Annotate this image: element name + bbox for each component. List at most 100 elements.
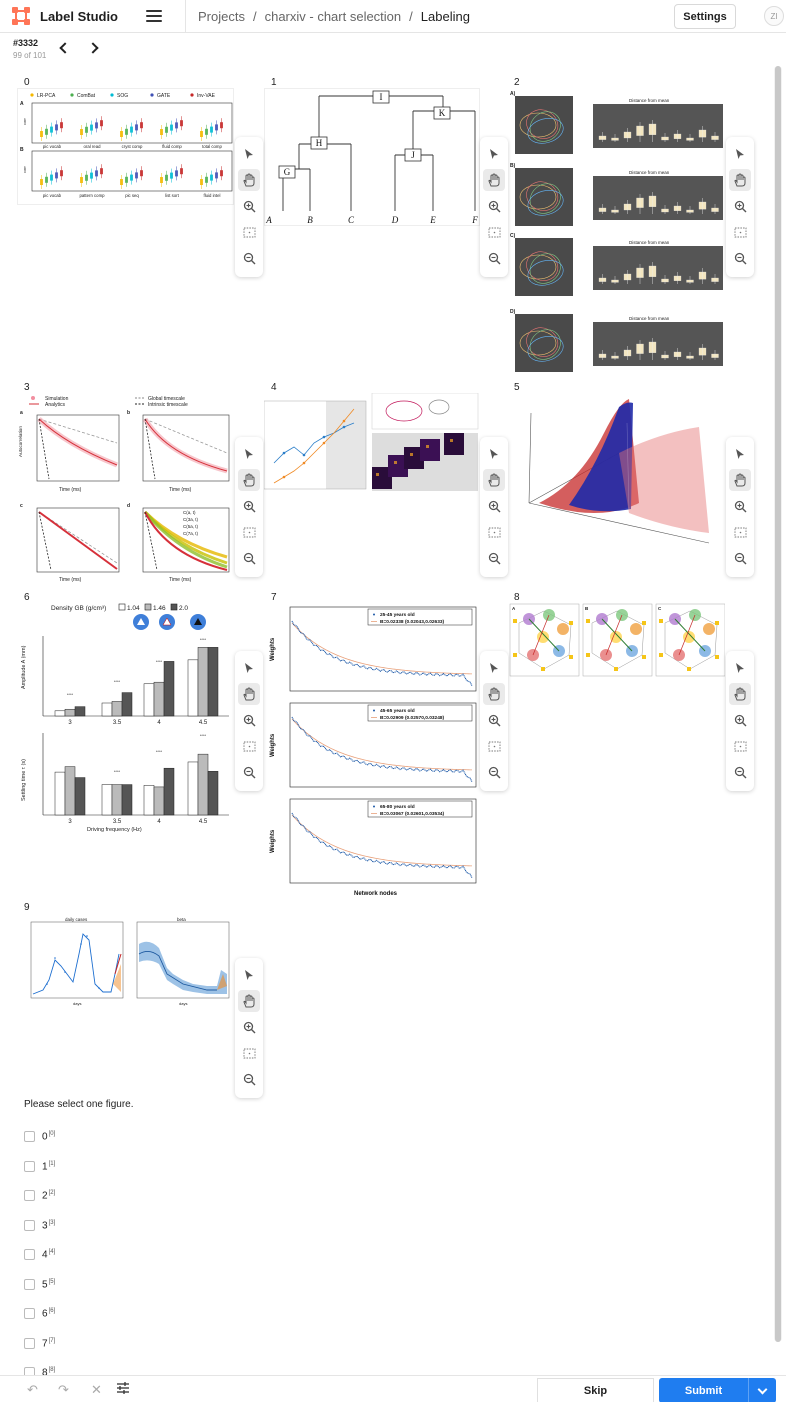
skip-button[interactable]: Skip bbox=[537, 1378, 654, 1402]
zoom-out-icon[interactable] bbox=[483, 761, 505, 783]
svg-text:GATE: GATE bbox=[157, 93, 171, 99]
avatar[interactable]: ZI bbox=[764, 6, 784, 26]
zoom-out-icon[interactable] bbox=[238, 761, 260, 783]
figure-option-0[interactable]: 0[0] bbox=[24, 1131, 55, 1142]
pointer-icon[interactable] bbox=[483, 443, 505, 465]
svg-text:1.46: 1.46 bbox=[153, 605, 166, 612]
hand-pan-icon[interactable] bbox=[483, 169, 505, 191]
checkbox[interactable] bbox=[24, 1219, 35, 1231]
scrollbar[interactable] bbox=[774, 66, 782, 1342]
figure-option-6[interactable]: 6[6] bbox=[24, 1308, 55, 1319]
zoom-in-icon[interactable] bbox=[238, 195, 260, 217]
checkbox[interactable] bbox=[24, 1278, 35, 1290]
figure-option-3[interactable]: 3[3] bbox=[24, 1220, 55, 1231]
pointer-icon[interactable] bbox=[238, 143, 260, 165]
checkbox[interactable] bbox=[24, 1190, 35, 1202]
pointer-icon[interactable] bbox=[483, 657, 505, 679]
checkbox[interactable] bbox=[24, 1131, 35, 1143]
zoom-out-icon[interactable] bbox=[483, 247, 505, 269]
figure-5-image[interactable] bbox=[509, 393, 725, 553]
settings-sliders-icon[interactable] bbox=[116, 1382, 130, 1397]
figure-option-2[interactable]: 2[2] bbox=[24, 1190, 55, 1201]
figure-4-image[interactable] bbox=[264, 393, 480, 495]
hand-pan-icon[interactable] bbox=[238, 683, 260, 705]
hand-pan-icon[interactable] bbox=[238, 169, 260, 191]
zoom-out-icon[interactable] bbox=[238, 247, 260, 269]
zoom-in-icon[interactable] bbox=[238, 709, 260, 731]
checkbox[interactable] bbox=[24, 1160, 35, 1172]
fit-to-screen-icon[interactable] bbox=[238, 1042, 260, 1064]
figure-label-9: 9 bbox=[24, 902, 30, 913]
zoom-in-icon[interactable] bbox=[729, 195, 751, 217]
zoom-out-icon[interactable] bbox=[729, 247, 751, 269]
zoom-in-icon[interactable] bbox=[729, 495, 751, 517]
pointer-icon[interactable] bbox=[729, 143, 751, 165]
fit-to-screen-icon[interactable] bbox=[483, 735, 505, 757]
zoom-in-icon[interactable] bbox=[483, 495, 505, 517]
zoom-in-icon[interactable] bbox=[238, 495, 260, 517]
figure-9-image[interactable]: daily cases beta days days bbox=[17, 914, 234, 1007]
checkbox[interactable] bbox=[24, 1308, 35, 1320]
figure-option-1[interactable]: 1[1] bbox=[24, 1161, 55, 1172]
next-task-icon[interactable] bbox=[86, 41, 100, 55]
pointer-icon[interactable] bbox=[729, 657, 751, 679]
fit-to-screen-icon[interactable] bbox=[238, 521, 260, 543]
figure-option-4[interactable]: 4[4] bbox=[24, 1249, 55, 1260]
hand-pan-icon[interactable] bbox=[483, 469, 505, 491]
zoom-in-icon[interactable] bbox=[483, 195, 505, 217]
figure-7-image[interactable]: 25-45 years old B=0.02338 (0.02043,0.0263… bbox=[264, 601, 480, 897]
fit-to-screen-icon[interactable] bbox=[238, 735, 260, 757]
pointer-icon[interactable] bbox=[238, 964, 260, 986]
checkbox[interactable] bbox=[24, 1337, 35, 1349]
fit-to-screen-icon[interactable] bbox=[238, 221, 260, 243]
fit-to-screen-icon[interactable] bbox=[483, 521, 505, 543]
hand-pan-icon[interactable] bbox=[238, 469, 260, 491]
svg-text:C): C) bbox=[510, 233, 516, 239]
settings-button[interactable]: Settings bbox=[674, 4, 736, 29]
reset-icon[interactable]: ✕ bbox=[91, 1382, 102, 1398]
svg-text:E: E bbox=[429, 215, 436, 225]
pointer-icon[interactable] bbox=[238, 443, 260, 465]
undo-icon[interactable]: ↶ bbox=[27, 1382, 38, 1398]
zoom-out-icon[interactable] bbox=[238, 547, 260, 569]
checkbox[interactable] bbox=[24, 1249, 35, 1261]
zoom-in-icon[interactable] bbox=[729, 709, 751, 731]
hand-pan-icon[interactable] bbox=[238, 990, 260, 1012]
figure-1-image[interactable]: I H K G J A B C D E F bbox=[264, 88, 480, 226]
zoom-out-icon[interactable] bbox=[483, 547, 505, 569]
submit-button[interactable]: Submit bbox=[659, 1378, 748, 1402]
fit-to-screen-icon[interactable] bbox=[729, 735, 751, 757]
hand-pan-icon[interactable] bbox=[729, 169, 751, 191]
breadcrumb-projects[interactable]: Projects bbox=[198, 9, 245, 24]
breadcrumb-project[interactable]: charxiv - chart selection bbox=[265, 9, 402, 24]
figure-option-5[interactable]: 5[5] bbox=[24, 1279, 55, 1290]
hamburger-menu-icon[interactable] bbox=[146, 10, 162, 22]
svg-text:Time (ms): Time (ms) bbox=[169, 487, 192, 493]
svg-text:C(7a, t): C(7a, t) bbox=[183, 531, 199, 536]
figure-0-image[interactable]: LR-PCA ComBat SOG GATE Inv-VAE A B pic v… bbox=[17, 88, 234, 205]
submit-options-chevron-down-icon[interactable] bbox=[748, 1378, 776, 1402]
fit-to-screen-icon[interactable] bbox=[483, 221, 505, 243]
zoom-out-icon[interactable] bbox=[729, 761, 751, 783]
pointer-icon[interactable] bbox=[483, 143, 505, 165]
scrollbar-thumb[interactable] bbox=[775, 66, 781, 1342]
figure-8-image[interactable]: ABC bbox=[509, 603, 725, 677]
brand[interactable]: Label Studio bbox=[0, 0, 186, 33]
pointer-icon[interactable] bbox=[729, 443, 751, 465]
previous-task-icon[interactable] bbox=[58, 41, 72, 55]
zoom-in-icon[interactable] bbox=[238, 1016, 260, 1038]
zoom-out-icon[interactable] bbox=[238, 1068, 260, 1090]
zoom-out-icon[interactable] bbox=[729, 547, 751, 569]
pointer-icon[interactable] bbox=[238, 657, 260, 679]
redo-icon[interactable]: ↷ bbox=[58, 1382, 69, 1398]
hand-pan-icon[interactable] bbox=[729, 683, 751, 705]
figure-3-image[interactable]: Simulation Analytics Global timescale In… bbox=[17, 393, 234, 583]
fit-to-screen-icon[interactable] bbox=[729, 221, 751, 243]
hand-pan-icon[interactable] bbox=[729, 469, 751, 491]
zoom-in-icon[interactable] bbox=[483, 709, 505, 731]
hand-pan-icon[interactable] bbox=[483, 683, 505, 705]
figure-option-7[interactable]: 7[7] bbox=[24, 1338, 55, 1349]
figure-6-image[interactable]: Density GB (g/cm³) 1.04 1.46 2.0 Amplitu… bbox=[17, 601, 234, 833]
figure-2-image[interactable]: Distance from mean A) Distance from mean B)… bbox=[509, 88, 725, 372]
fit-to-screen-icon[interactable] bbox=[729, 521, 751, 543]
